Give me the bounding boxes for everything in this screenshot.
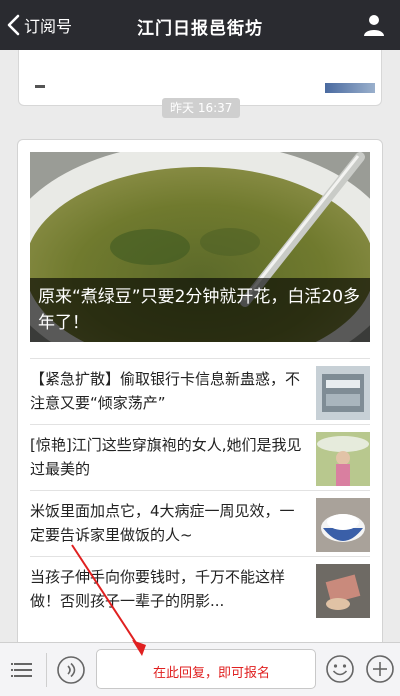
top-navbar: 订阅号 江门日报邑街坊	[0, 0, 400, 50]
article-title: 【紧急扩散】偷取银行卡信息新蛊惑，不注意又要“倾家荡产”	[30, 370, 301, 412]
article-list-item-3[interactable]: 米饭里面加点它，4大病症一周见效，一定要告诉家里做饭的人~	[30, 490, 370, 557]
article-title: [惊艳]江门这些穿旗袍的女人,她们是我见过最美的	[30, 436, 302, 478]
article-list-item-2[interactable]: [惊艳]江门这些穿旗袍的女人,她们是我见过最美的	[30, 424, 370, 491]
article-thumbnail	[316, 564, 370, 618]
voice-icon[interactable]	[56, 655, 86, 685]
article-thumbnail	[316, 366, 370, 420]
person-icon[interactable]	[362, 13, 386, 37]
article-thumbnail	[316, 432, 370, 486]
previous-card-text-fragment	[35, 85, 45, 88]
menu-icon[interactable]	[8, 655, 38, 685]
message-timestamp: 昨天 16:37	[162, 98, 241, 118]
bottom-toolbar: 在此回复，即可报名	[0, 642, 400, 696]
article-card: 原来“煮绿豆”只要2分钟就开花，白活20多年了！ 【紧急扩散】偷取银行卡信息新蛊…	[17, 139, 383, 642]
reply-input-hint: 在此回复，即可报名	[153, 666, 271, 681]
cover-article[interactable]: 原来“煮绿豆”只要2分钟就开花，白活20多年了！	[30, 152, 370, 342]
page-title: 江门日报邑街坊	[137, 19, 263, 39]
article-title: 米饭里面加点它，4大病症一周见效，一定要告诉家里做饭的人~	[30, 502, 295, 544]
message-area[interactable]: 昨天 16:37 原来“煮绿豆”只要2分钟就开花，白活20多年了！ 【紧急扩散】…	[0, 50, 400, 642]
article-thumbnail	[316, 498, 370, 552]
article-list-item-4[interactable]: 当孩子伸手向你要钱时，千万不能这样做！否则孩子一辈子的阴影...	[30, 556, 370, 623]
cover-title: 原来“煮绿豆”只要2分钟就开花，白活20多年了！	[30, 278, 370, 342]
toolbar-divider	[46, 653, 47, 687]
article-title: 当孩子伸手向你要钱时，千万不能这样做！否则孩子一辈子的阴影...	[30, 568, 286, 610]
article-list-item-1[interactable]: 【紧急扩散】偷取银行卡信息新蛊惑，不注意又要“倾家荡产”	[30, 358, 370, 425]
emoji-icon[interactable]	[325, 654, 355, 684]
previous-card-thumbnail	[325, 83, 375, 93]
reply-input[interactable]: 在此回复，即可报名	[96, 649, 316, 689]
plus-icon[interactable]	[365, 654, 395, 684]
